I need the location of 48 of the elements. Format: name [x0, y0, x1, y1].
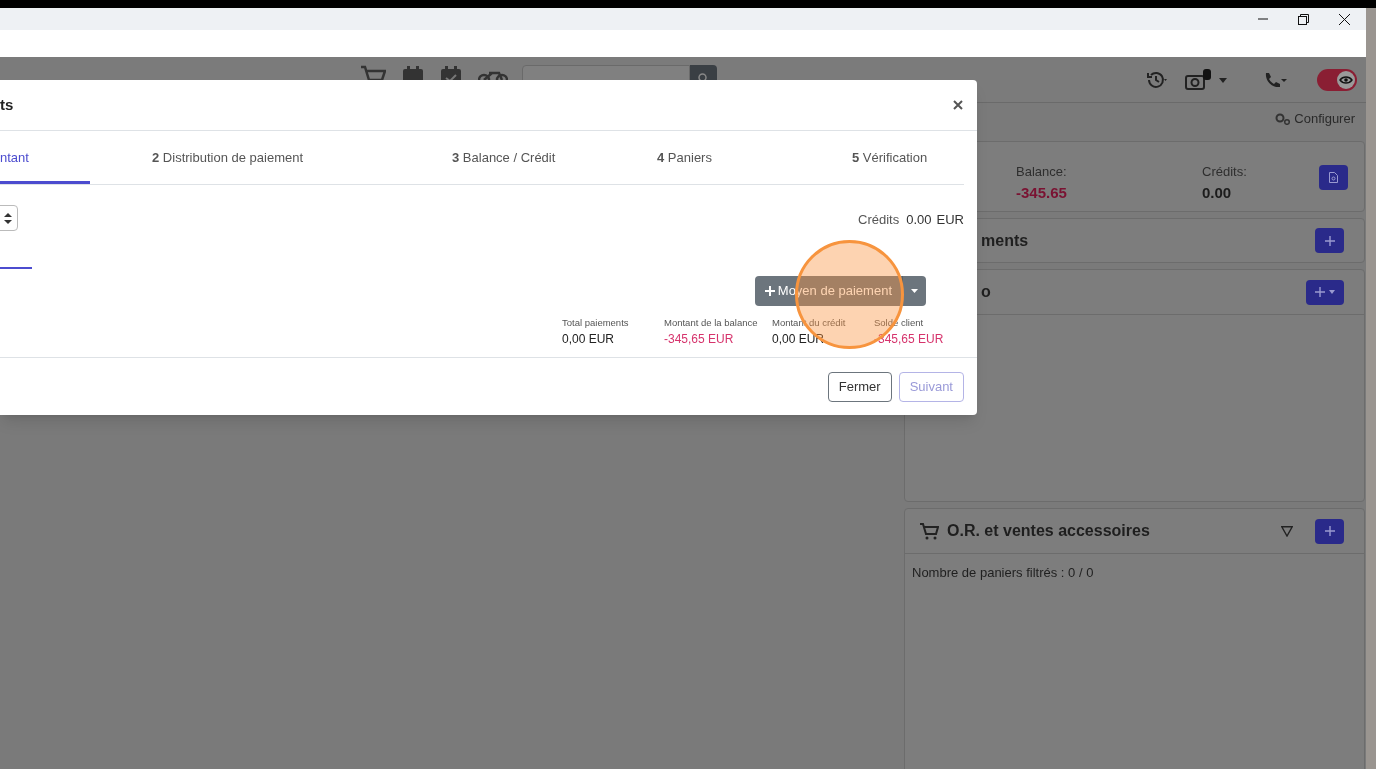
plus-icon	[764, 286, 775, 296]
sort-icon	[4, 212, 12, 224]
credits-value: 0.00	[906, 211, 932, 229]
section-text: Nombre de paniers filtrés : 0 / 0	[911, 564, 1095, 582]
add-button[interactable]	[1306, 279, 1344, 305]
section-title: o	[981, 282, 992, 302]
step-tab[interactable]: 2 Distribution de paiement	[152, 148, 452, 184]
summary-value: 0.00	[1202, 182, 1233, 203]
caret-icon	[911, 289, 918, 293]
plus-icon	[1324, 235, 1335, 246]
filter-icon[interactable]	[1281, 525, 1293, 537]
step-tab[interactable]: 4 Paniers	[657, 148, 852, 184]
step-tab[interactable]: 5 Vérification	[852, 148, 964, 184]
close-icon[interactable]	[1339, 13, 1350, 25]
close-icon[interactable]	[953, 100, 963, 110]
document-icon	[1329, 172, 1338, 183]
summary-value: -345.65	[1016, 182, 1068, 203]
caret-icon	[1329, 290, 1335, 294]
section-title: ments	[981, 230, 1030, 251]
section-title: O.R. et ventes accessoires	[947, 521, 1151, 541]
add-button[interactable]	[1315, 228, 1344, 253]
phone-icon[interactable]	[1263, 72, 1287, 88]
dropdown-button[interactable]	[902, 276, 926, 306]
step-tab[interactable]: 3 Balance / Crédit	[452, 148, 657, 184]
modal-title: ts	[0, 94, 14, 115]
cart-icon	[919, 522, 939, 540]
step-tab[interactable]: ntant	[0, 148, 90, 184]
camera-icon[interactable]	[1185, 69, 1213, 91]
caret-icon[interactable]	[1219, 77, 1227, 83]
add-button[interactable]	[1315, 518, 1344, 544]
close-button[interactable]: Fermer	[827, 371, 892, 402]
total-label: Total paiements	[562, 316, 630, 330]
credits-currency: EUR	[936, 211, 964, 229]
eye-icon	[1337, 71, 1355, 89]
document-button[interactable]	[1319, 165, 1348, 190]
total-value: 0,00 EUR	[562, 331, 616, 349]
plus-icon	[1315, 287, 1325, 297]
toggle-switch[interactable]	[1317, 69, 1357, 91]
total-value: -345,65 EUR	[664, 331, 735, 349]
gears-icon[interactable]	[1275, 113, 1292, 125]
tab-underline	[0, 267, 32, 269]
history-icon[interactable]	[1146, 71, 1170, 89]
plus-icon	[1324, 526, 1335, 536]
restore-icon[interactable]	[1298, 13, 1309, 25]
summary-label: Balance:	[1016, 163, 1068, 181]
total-label: Montant de la balance	[664, 316, 759, 330]
summary-label: Crédits:	[1202, 163, 1248, 181]
credits-label: Crédits	[858, 211, 900, 229]
